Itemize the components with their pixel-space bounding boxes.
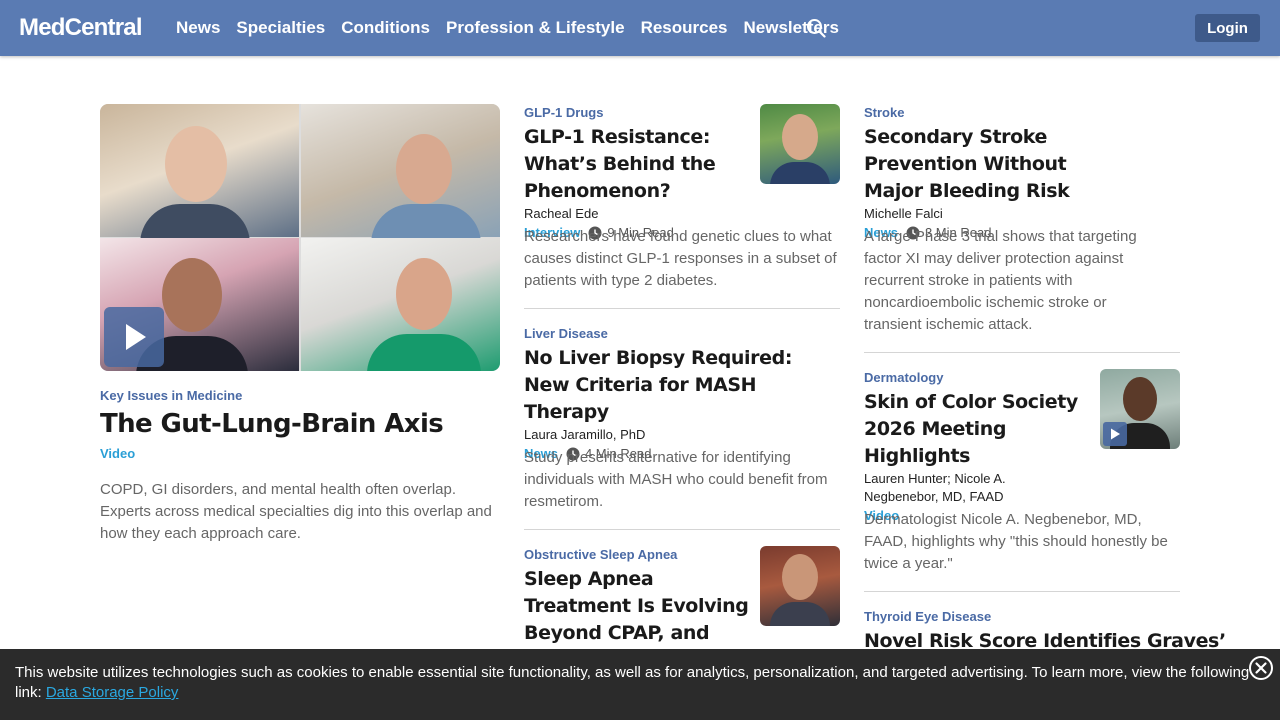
- article-author: Racheal Ede: [524, 206, 599, 221]
- nav-link-profession-lifestyle[interactable]: Profession & Lifestyle: [446, 18, 625, 38]
- hero-type-label[interactable]: Video: [100, 446, 135, 462]
- article-category[interactable]: GLP-1 Drugs: [524, 105, 754, 121]
- hero-title[interactable]: The Gut-Lung-Brain Axis: [100, 406, 444, 442]
- divider: [864, 352, 1180, 353]
- hero-description: COPD, GI disorders, and mental health of…: [100, 481, 492, 542]
- article-author: Michelle Falci: [864, 206, 943, 221]
- cookie-banner: This website utilizes technologies such …: [0, 649, 1280, 720]
- article-card[interactable]: GLP-1 Drugs GLP-1 Resistance: What’s Beh…: [524, 105, 754, 243]
- article-category[interactable]: Obstructive Sleep Apnea: [524, 547, 754, 563]
- article-category[interactable]: Thyroid Eye Disease: [864, 609, 1180, 625]
- article-category[interactable]: Dermatology: [864, 370, 1094, 386]
- divider: [524, 529, 840, 530]
- article-title[interactable]: Skin of Color Society 2026 Meeting Highl…: [864, 389, 1094, 470]
- article-card[interactable]: Stroke Secondary Stroke Prevention Witho…: [864, 105, 1180, 243]
- hero-video-thumbnail[interactable]: [100, 104, 500, 371]
- play-icon[interactable]: [104, 307, 164, 367]
- article-category[interactable]: Liver Disease: [524, 326, 824, 342]
- nav-link-resources[interactable]: Resources: [641, 18, 728, 38]
- article-title[interactable]: GLP-1 Resistance: What’s Behind the Phen…: [524, 124, 754, 205]
- hero-category[interactable]: Key Issues in Medicine: [100, 388, 242, 404]
- article-card[interactable]: Dermatology Skin of Color Society 2026 M…: [864, 370, 1094, 526]
- article-description: Study presents alternative for identifyi…: [524, 449, 828, 510]
- nav-links: News Specialties Conditions Profession &…: [176, 18, 855, 38]
- divider: [524, 308, 840, 309]
- article-thumbnail[interactable]: [1100, 369, 1180, 449]
- play-icon[interactable]: [1103, 422, 1127, 446]
- article-thumbnail[interactable]: [760, 546, 840, 626]
- article-thumbnail[interactable]: [760, 104, 840, 184]
- article-title[interactable]: Secondary Stroke Prevention Without Majo…: [864, 124, 1124, 205]
- article-category[interactable]: Stroke: [864, 105, 1180, 121]
- login-button[interactable]: Login: [1195, 14, 1260, 42]
- article-description: A large Phase 3 trial shows that targeti…: [864, 228, 1137, 333]
- close-icon[interactable]: [1249, 656, 1273, 680]
- video-tile-1: [100, 104, 299, 244]
- video-tile-4: [301, 238, 500, 371]
- data-storage-policy-link[interactable]: Data Storage Policy: [46, 684, 179, 701]
- article-title[interactable]: No Liver Biopsy Required: New Criteria f…: [524, 345, 824, 426]
- nav-link-news[interactable]: News: [176, 18, 220, 38]
- cookie-text: This website utilizes technologies such …: [15, 663, 1255, 703]
- article-card[interactable]: Liver Disease No Liver Biopsy Required: …: [524, 326, 824, 464]
- search-icon[interactable]: [806, 18, 826, 38]
- article-author: Laura Jaramillo, PhD: [524, 427, 646, 442]
- top-nav-bar: MedCentral News Specialties Conditions P…: [0, 0, 1280, 56]
- cookie-message: This website utilizes technologies such …: [15, 664, 1250, 701]
- article-author: Lauren Hunter; Nicole A. Negbenebor, MD,…: [864, 471, 1006, 504]
- nav-link-specialties[interactable]: Specialties: [236, 18, 325, 38]
- nav-link-conditions[interactable]: Conditions: [341, 18, 430, 38]
- article-description: Researchers have found genetic clues to …: [524, 228, 837, 289]
- divider: [864, 591, 1180, 592]
- video-tile-2: [301, 104, 500, 244]
- site-logo[interactable]: MedCentral: [19, 13, 143, 43]
- article-description: Dermatologist Nicole A. Negbenebor, MD, …: [864, 511, 1168, 572]
